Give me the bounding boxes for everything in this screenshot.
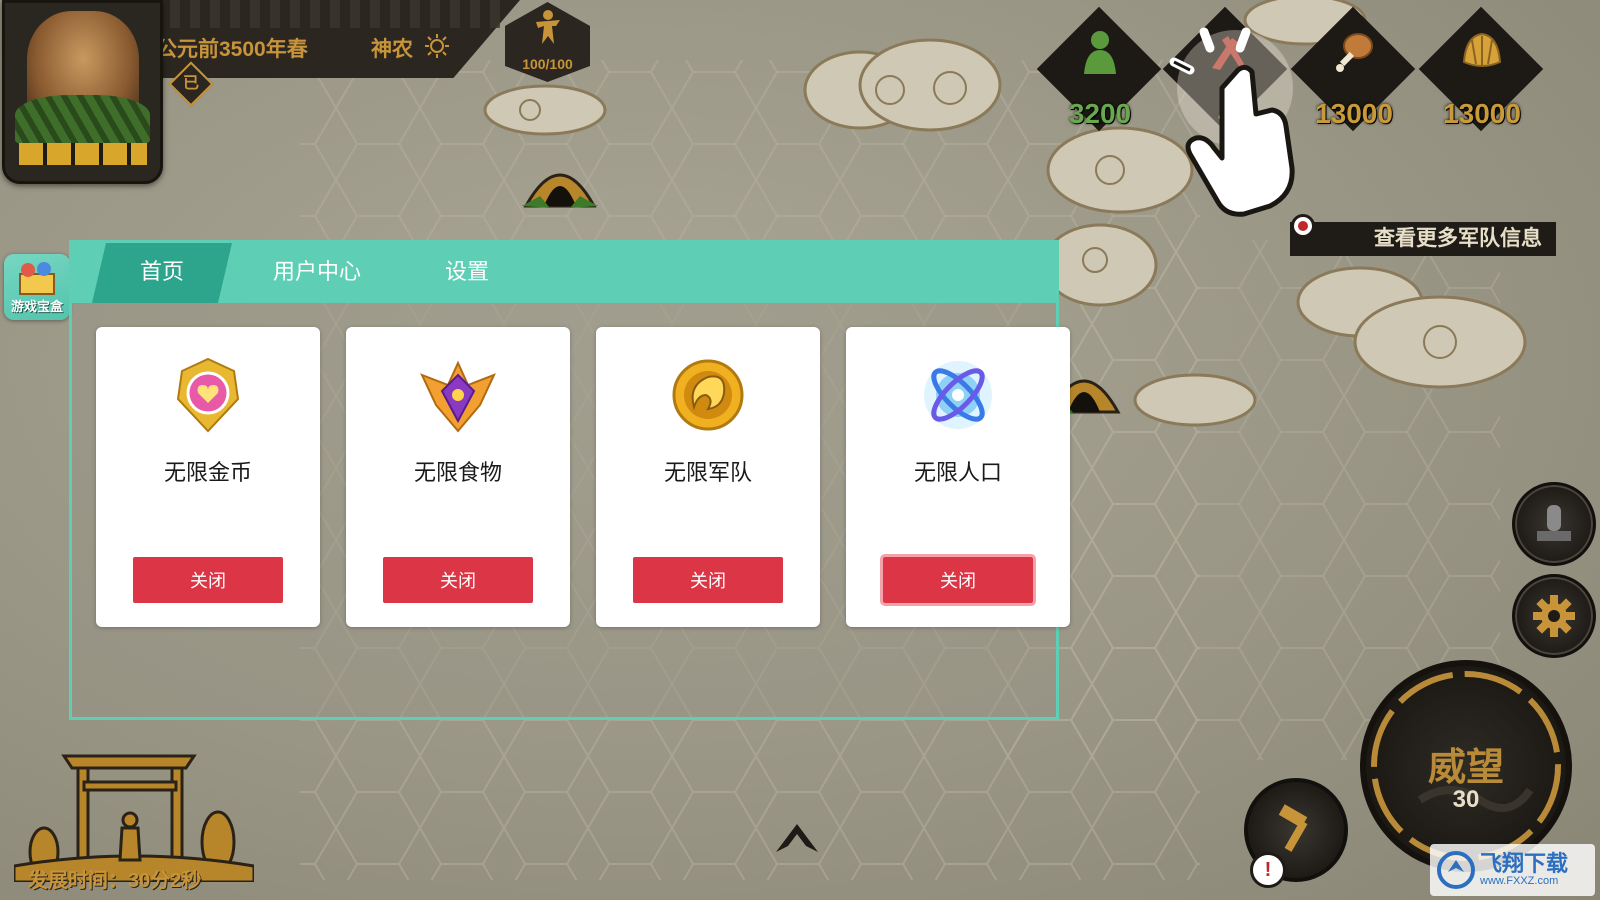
tab-home[interactable]: 首页	[92, 243, 232, 303]
leader-portrait[interactable]	[2, 0, 163, 184]
shell-icon	[1462, 32, 1502, 67]
cheat-menu-panel: 首页 用户中心 设置 无限金币 关闭 无限食物 关闭 无限军队 关闭 无限人口 …	[69, 240, 1070, 720]
monument-button[interactable]	[1512, 482, 1596, 566]
purple-wing-medal-icon	[420, 360, 496, 433]
era-text: 公元前3500年春	[156, 38, 308, 61]
leader-leaf-collar	[15, 95, 150, 145]
prestige-value: 30	[1452, 786, 1480, 813]
menu-tab-bar: 首页 用户中心 设置	[72, 243, 1056, 303]
population-value: 3200	[1068, 98, 1132, 129]
cloud-decoration	[483, 84, 607, 136]
close-army-button[interactable]: 关闭	[633, 557, 783, 603]
resource-population[interactable]: 3200	[1036, 6, 1162, 140]
expand-up-icon[interactable]	[772, 818, 822, 856]
leader-name: 神农	[371, 38, 413, 61]
card-title: 无限食物	[413, 461, 502, 486]
card-title: 无限军队	[663, 461, 752, 486]
close-food-button[interactable]: 关闭	[383, 557, 533, 603]
hint-label[interactable]: 查看更多军队信息	[1290, 222, 1556, 256]
cloud-decoration	[1133, 373, 1257, 427]
hammer-icon	[1278, 804, 1308, 852]
leader-frame-blocks	[19, 143, 147, 165]
cloud-decoration	[1296, 266, 1527, 389]
close-gold-button[interactable]: 关闭	[133, 557, 283, 603]
village-gate-icon[interactable]	[14, 742, 254, 882]
person-icon	[1084, 31, 1116, 74]
tab-settings[interactable]: 设置	[427, 243, 507, 303]
troop-count: 100/100	[522, 56, 573, 72]
meat-icon	[1336, 33, 1373, 72]
cheat-card-gold: 无限金币 关闭	[96, 327, 320, 627]
gear-icon	[1533, 595, 1575, 637]
game-box-label: 游戏宝盒	[10, 299, 63, 314]
leader-badge: 已	[182, 75, 199, 92]
info-bar-pattern	[150, 0, 500, 28]
cheat-card-population: 无限人口 关闭	[846, 327, 1070, 627]
pointing-hand-icon	[1169, 27, 1295, 217]
tab-user-center[interactable]: 用户中心	[262, 243, 372, 303]
development-time: 发展时间：30分2秒	[28, 870, 202, 892]
resource-gold[interactable]: 13000	[1418, 6, 1544, 140]
cheat-card-food: 无限食物 关闭	[346, 327, 570, 627]
gold-value: 13000	[1443, 98, 1521, 129]
settings-button[interactable]	[1512, 574, 1596, 658]
dragon-medal-icon	[672, 359, 744, 431]
watermark-title: 飞翔下载	[1480, 851, 1569, 876]
build-alert-badge: !	[1250, 852, 1286, 888]
watermark-url: www.FXXZ.com	[1480, 875, 1559, 887]
prestige-label: 威望	[1427, 747, 1504, 789]
card-title: 无限金币	[163, 461, 252, 486]
watermark-logo-icon	[1437, 851, 1475, 889]
cheat-card-army: 无限军队 关闭	[596, 327, 820, 627]
warrior-icon	[536, 10, 560, 44]
monument-icon	[1537, 505, 1571, 541]
cloud-decoration	[803, 38, 1002, 132]
hint-marker-icon	[1291, 214, 1315, 238]
cave-camp-icon[interactable]	[520, 150, 600, 214]
atom-orb-icon	[924, 361, 992, 429]
card-title: 无限人口	[913, 461, 1002, 486]
sun-icon	[425, 34, 449, 58]
gift-box-icon	[19, 262, 55, 295]
heart-medal-icon	[176, 357, 240, 433]
close-population-button[interactable]: 关闭	[880, 554, 1036, 606]
